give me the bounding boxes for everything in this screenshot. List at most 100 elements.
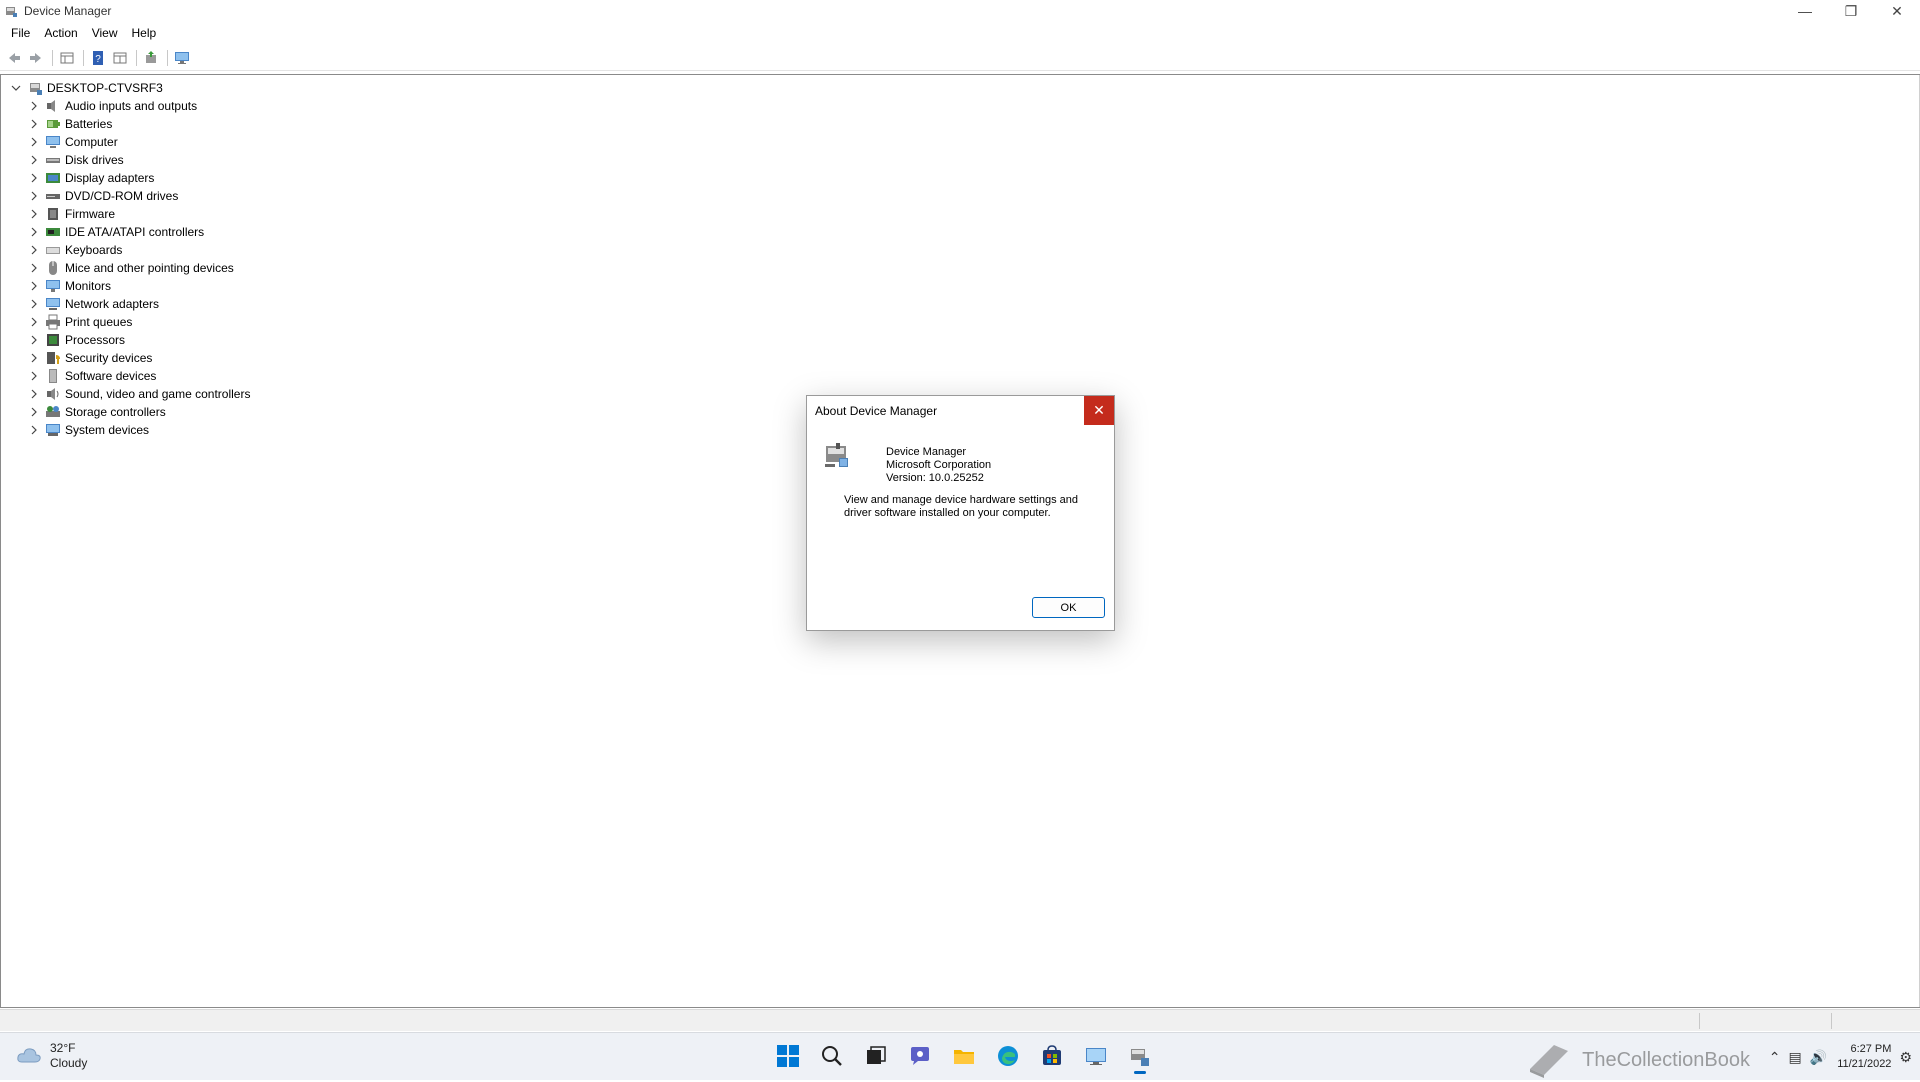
toolbar: ? bbox=[0, 45, 1920, 71]
tree-item[interactable]: Mice and other pointing devices bbox=[9, 259, 250, 277]
tree-item[interactable]: Computer bbox=[9, 133, 250, 151]
about-dialog: About Device Manager ✕ Device Manager Mi… bbox=[806, 395, 1115, 631]
mouse-icon bbox=[45, 260, 61, 276]
chat-button[interactable] bbox=[900, 1039, 940, 1075]
tree-item[interactable]: System devices bbox=[9, 421, 250, 439]
search-button[interactable] bbox=[812, 1039, 852, 1075]
tree-item[interactable]: Batteries bbox=[9, 115, 250, 133]
toolbar-separator bbox=[167, 49, 168, 66]
computer-icon bbox=[45, 134, 61, 150]
tree-item[interactable]: Security devices bbox=[9, 349, 250, 367]
dialog-title-bar: About Device Manager ✕ bbox=[807, 396, 1114, 426]
tree-item[interactable]: Audio inputs and outputs bbox=[9, 97, 250, 115]
chevron-right-icon[interactable] bbox=[27, 351, 41, 365]
title-bar: Device Manager — ❐ ✕ bbox=[0, 0, 1920, 22]
close-window-button[interactable]: ✕ bbox=[1874, 0, 1920, 22]
update-driver-icon[interactable] bbox=[141, 48, 161, 68]
watermark: TheCollectionBook bbox=[1524, 1039, 1750, 1082]
chevron-right-icon[interactable] bbox=[27, 117, 41, 131]
tree-item[interactable]: Print queues bbox=[9, 313, 250, 331]
start-button[interactable] bbox=[768, 1039, 808, 1075]
storage-icon bbox=[45, 404, 61, 420]
tree-item-label: Network adapters bbox=[65, 297, 160, 311]
back-icon[interactable] bbox=[4, 48, 24, 68]
task-view-button[interactable] bbox=[856, 1039, 896, 1075]
weather-widget[interactable]: 32°F Cloudy bbox=[16, 1041, 87, 1071]
ok-button[interactable]: OK bbox=[1032, 597, 1105, 618]
monitor-icon[interactable] bbox=[172, 48, 192, 68]
tree-item[interactable]: Storage controllers bbox=[9, 403, 250, 421]
control-panel-button[interactable] bbox=[1076, 1039, 1116, 1075]
edge-icon bbox=[996, 1044, 1020, 1071]
minimize-button[interactable]: — bbox=[1782, 0, 1828, 22]
start-icon bbox=[776, 1044, 800, 1071]
store-button[interactable] bbox=[1032, 1039, 1072, 1075]
tree-item[interactable]: Disk drives bbox=[9, 151, 250, 169]
dialog-close-button[interactable]: ✕ bbox=[1084, 396, 1114, 425]
chevron-right-icon[interactable] bbox=[27, 369, 41, 383]
chevron-right-icon[interactable] bbox=[27, 261, 41, 275]
book-icon bbox=[1524, 1039, 1572, 1082]
menu-file[interactable]: File bbox=[4, 26, 37, 40]
forward-icon[interactable] bbox=[26, 48, 46, 68]
notification-icon[interactable]: ⚙ bbox=[1899, 1049, 1912, 1066]
chevron-right-icon[interactable] bbox=[27, 189, 41, 203]
device-manager-taskbar-button[interactable] bbox=[1120, 1039, 1160, 1075]
tree-item[interactable]: Firmware bbox=[9, 205, 250, 223]
help-icon[interactable]: ? bbox=[88, 48, 108, 68]
tree-item[interactable]: Display adapters bbox=[9, 169, 250, 187]
chevron-right-icon[interactable] bbox=[27, 207, 41, 221]
file-explorer-icon bbox=[952, 1044, 976, 1071]
tree-item[interactable]: DVD/CD-ROM drives bbox=[9, 187, 250, 205]
chevron-up-icon[interactable]: ⌃ bbox=[1769, 1049, 1781, 1066]
volume-icon[interactable]: 🔊 bbox=[1810, 1049, 1827, 1066]
tree-item[interactable]: Sound, video and game controllers bbox=[9, 385, 250, 403]
dialog-info: Device Manager Microsoft Corporation Ver… bbox=[886, 446, 991, 485]
chevron-right-icon[interactable] bbox=[27, 405, 41, 419]
window-title: Device Manager bbox=[24, 4, 112, 18]
tree-item-label: Sound, video and game controllers bbox=[65, 387, 251, 401]
chat-icon bbox=[908, 1044, 932, 1071]
menu-bar: File Action View Help bbox=[0, 22, 1920, 44]
chevron-right-icon[interactable] bbox=[27, 225, 41, 239]
chevron-right-icon[interactable] bbox=[27, 243, 41, 257]
menu-action[interactable]: Action bbox=[37, 26, 84, 40]
file-explorer-button[interactable] bbox=[944, 1039, 984, 1075]
chevron-right-icon[interactable] bbox=[27, 171, 41, 185]
tree-item[interactable]: IDE ATA/ATAPI controllers bbox=[9, 223, 250, 241]
chevron-right-icon[interactable] bbox=[27, 423, 41, 437]
network-icon[interactable]: ▤ bbox=[1789, 1049, 1802, 1066]
view-icon[interactable] bbox=[110, 48, 130, 68]
tree-root[interactable]: DESKTOP-CTVSRF3 bbox=[9, 79, 250, 97]
properties-pane-icon[interactable] bbox=[57, 48, 77, 68]
menu-help[interactable]: Help bbox=[125, 26, 164, 40]
dialog-description: View and manage device hardware settings… bbox=[844, 494, 1079, 519]
restore-button[interactable]: ❐ bbox=[1828, 0, 1874, 22]
chevron-right-icon[interactable] bbox=[27, 99, 41, 113]
edge-button[interactable] bbox=[988, 1039, 1028, 1075]
device-tree: DESKTOP-CTVSRF3 Audio inputs and outputs… bbox=[9, 79, 250, 439]
tree-item-label: Print queues bbox=[65, 315, 133, 329]
chevron-right-icon[interactable] bbox=[27, 387, 41, 401]
chevron-right-icon[interactable] bbox=[27, 153, 41, 167]
chevron-right-icon[interactable] bbox=[27, 135, 41, 149]
chevron-right-icon[interactable] bbox=[27, 279, 41, 293]
chevron-down-icon[interactable] bbox=[9, 81, 23, 95]
tree-item-label: Security devices bbox=[65, 351, 153, 365]
tree-item[interactable]: Network adapters bbox=[9, 295, 250, 313]
chevron-right-icon[interactable] bbox=[27, 333, 41, 347]
tree-item[interactable]: Software devices bbox=[9, 367, 250, 385]
tree-root-label: DESKTOP-CTVSRF3 bbox=[47, 81, 163, 95]
tree-item-label: Storage controllers bbox=[65, 405, 166, 419]
tree-item-label: Software devices bbox=[65, 369, 157, 383]
toolbar-separator bbox=[83, 49, 84, 66]
status-separator bbox=[1831, 1013, 1832, 1029]
chevron-right-icon[interactable] bbox=[27, 315, 41, 329]
tree-item[interactable]: Keyboards bbox=[9, 241, 250, 259]
tree-item[interactable]: Monitors bbox=[9, 277, 250, 295]
menu-view[interactable]: View bbox=[85, 26, 125, 40]
dialog-version: Version: 10.0.25252 bbox=[886, 472, 984, 484]
clock[interactable]: 6:27 PM 11/21/2022 bbox=[1837, 1042, 1891, 1072]
tree-item[interactable]: Processors bbox=[9, 331, 250, 349]
chevron-right-icon[interactable] bbox=[27, 297, 41, 311]
